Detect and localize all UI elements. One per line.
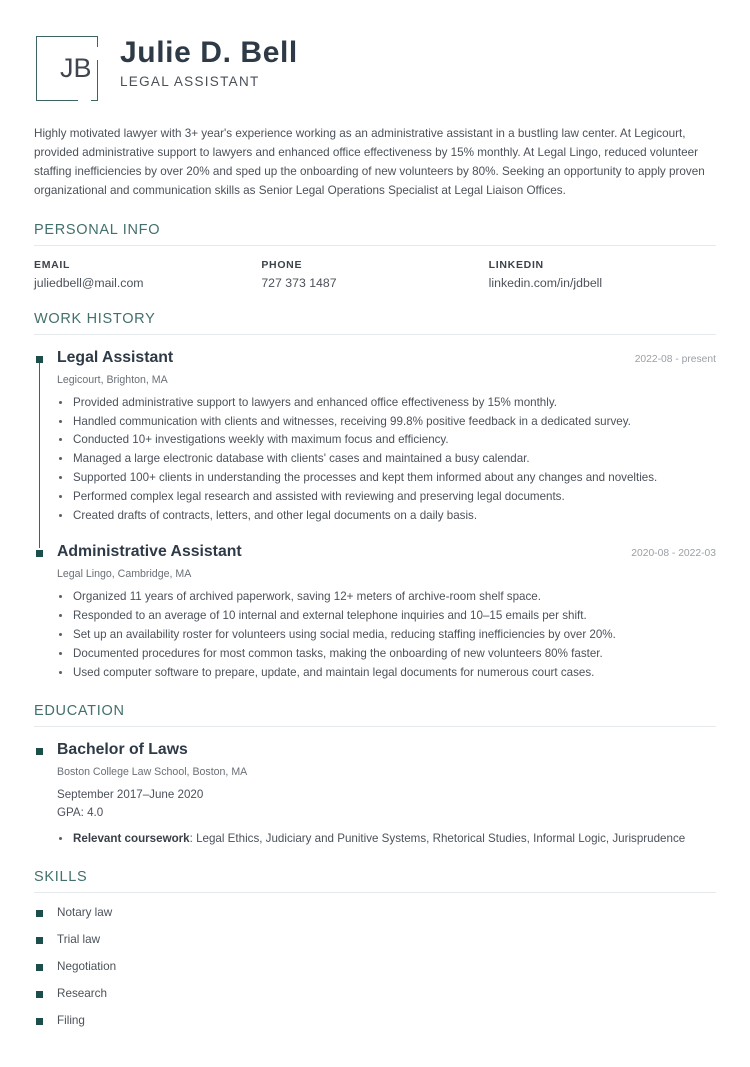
monogram-frame-gap-right	[94, 47, 99, 60]
work-entry: Administrative Assistant 2020-08 - 2022-…	[34, 529, 716, 682]
section-divider	[34, 892, 716, 894]
section-title-skills: SKILLS	[34, 869, 88, 886]
education-bullet-coursework: Relevant coursework: Legal Ethics, Judic…	[57, 830, 716, 848]
job-bullet-list: Provided administrative support to lawye…	[57, 394, 716, 526]
education-dates: September 2017–June 2020	[57, 787, 204, 801]
contact-label: EMAIL	[34, 258, 71, 271]
job-bullet: Conducted 10+ investigations weekly with…	[57, 431, 716, 449]
section-divider	[34, 244, 716, 246]
section-divider	[34, 333, 716, 335]
monogram-logo: JB	[34, 33, 99, 103]
education-entry: Bachelor of Laws Boston College Law Scho…	[34, 740, 716, 848]
job-title: Administrative Assistant	[57, 543, 242, 561]
entry-timeline-spine	[39, 362, 40, 548]
job-bullet: Performed complex legal research and ass…	[57, 488, 716, 506]
job-date-range: 2020-08 - 2022-03	[631, 548, 716, 560]
resume-page: JB Julie D. Bell LEGAL ASSISTANT Highly …	[0, 0, 750, 1067]
skill-item: Filing	[34, 1014, 716, 1027]
contact-label: LINKEDIN	[488, 258, 544, 271]
resume-header: JB Julie D. Bell LEGAL ASSISTANT	[34, 30, 716, 103]
entry-square-marker	[36, 355, 43, 363]
coursework-label: Relevant coursework	[73, 832, 190, 846]
entry-header: Administrative Assistant 2020-08 - 2022-…	[57, 542, 716, 562]
work-entry: Legal Assistant 2022-08 - present Legico…	[34, 348, 716, 548]
contact-field-email: EMAIL juliedbell@mail.com	[34, 259, 261, 290]
entry-header: Legal Assistant 2022-08 - present	[57, 348, 716, 368]
contact-value[interactable]: juliedbell@mail.com	[34, 276, 261, 290]
entry-header: Bachelor of Laws	[57, 740, 716, 760]
professional-summary: Highly motivated lawyer with 3+ year's e…	[34, 127, 705, 197]
degree-title: Bachelor of Laws	[57, 740, 188, 758]
skills-list: Notary law Trial law Negotiation Researc…	[34, 906, 716, 1027]
section-skills: SKILLS Notary law Trial law Negotiation …	[34, 869, 716, 1027]
candidate-name: Julie D. Bell	[120, 36, 298, 69]
job-bullet: Set up an availability roster for volunt…	[57, 626, 716, 644]
section-title-education: EDUCATION	[34, 702, 125, 719]
entry-timeline-spine	[39, 529, 40, 544]
section-personal-info: PERSONAL INFO EMAIL juliedbell@mail.com …	[34, 222, 716, 290]
contact-field-phone: PHONE 727 373 1487	[261, 259, 488, 290]
entry-square-marker	[36, 747, 43, 755]
section-title-personal-info: PERSONAL INFO	[34, 221, 161, 238]
job-bullet: Created drafts of contracts, letters, an…	[57, 507, 716, 525]
entry-square-marker	[36, 550, 43, 558]
education-gpa: GPA: 4.0	[57, 806, 104, 820]
job-bullet: Responded to an average of 10 internal a…	[57, 607, 716, 625]
contact-row: EMAIL juliedbell@mail.com PHONE 727 373 …	[34, 259, 716, 290]
contact-value[interactable]: 727 373 1487	[261, 276, 488, 290]
monogram-initials: JB	[60, 53, 92, 83]
job-bullet: Documented procedures for most common ta…	[57, 645, 716, 663]
skill-item: Negotiation	[34, 960, 716, 973]
job-employer: Legicourt, Brighton, MA	[57, 373, 168, 386]
skill-item: Notary law	[34, 906, 716, 919]
contact-label: PHONE	[261, 258, 303, 271]
section-work-history: WORK HISTORY Legal Assistant 2022-08 - p…	[34, 311, 716, 682]
school-name: Boston College Law School, Boston, MA	[57, 765, 248, 778]
skill-item: Trial law	[34, 933, 716, 946]
job-bullet: Supported 100+ clients in understanding …	[57, 469, 716, 487]
skill-item: Research	[34, 987, 716, 1000]
section-title-work-history: WORK HISTORY	[34, 310, 156, 327]
job-bullet: Handled communication with clients and w…	[57, 413, 716, 431]
monogram-frame-gap-bottom	[78, 98, 91, 103]
section-education: EDUCATION Bachelor of Laws Boston Colleg…	[34, 703, 716, 848]
job-title: Legal Assistant	[57, 348, 174, 366]
contact-field-linkedin: LINKEDIN linkedin.com/in/jdbell	[489, 259, 716, 290]
job-bullet: Provided administrative support to lawye…	[57, 394, 716, 412]
name-block: Julie D. Bell LEGAL ASSISTANT	[120, 30, 298, 89]
candidate-role: LEGAL ASSISTANT	[120, 74, 260, 89]
contact-value[interactable]: linkedin.com/in/jdbell	[489, 276, 716, 290]
section-divider	[34, 725, 716, 727]
education-bullet-list: Relevant coursework: Legal Ethics, Judic…	[57, 830, 716, 848]
job-date-range: 2022-08 - present	[634, 353, 716, 365]
coursework-value: : Legal Ethics, Judiciary and Punitive S…	[189, 832, 686, 846]
job-bullet-list: Organized 11 years of archived paperwork…	[57, 588, 716, 682]
job-bullet: Managed a large electronic database with…	[57, 450, 716, 468]
job-employer: Legal Lingo, Cambridge, MA	[57, 568, 192, 581]
job-bullet: Organized 11 years of archived paperwork…	[57, 588, 716, 606]
job-bullet: Used computer software to prepare, updat…	[57, 664, 716, 682]
